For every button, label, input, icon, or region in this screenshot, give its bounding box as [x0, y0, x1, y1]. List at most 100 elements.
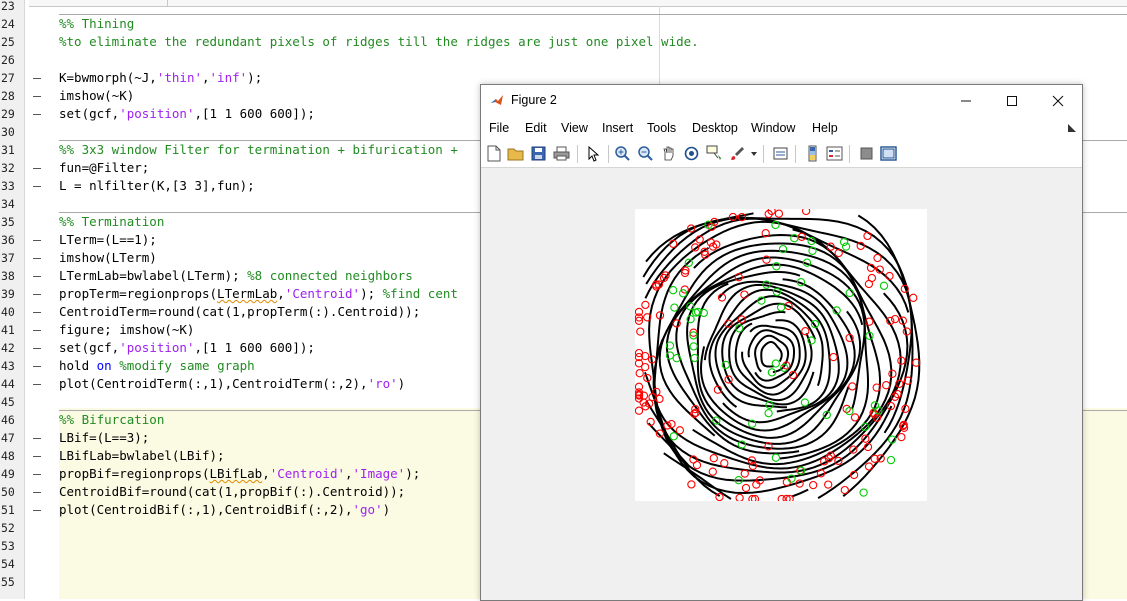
breakpoint-dash[interactable]	[33, 312, 41, 313]
code-line[interactable]: propTerm=regionprops(LTermLab,'Centroid'…	[59, 285, 458, 303]
line-number: 42	[1, 341, 15, 355]
breakpoint-dash[interactable]	[33, 258, 41, 259]
line-number: 40	[1, 305, 15, 319]
code-line[interactable]: L = nlfilter(K,[3 3],fun);	[59, 177, 255, 195]
code-token: imshow(LTerm)	[59, 250, 157, 265]
close-icon	[1052, 95, 1064, 106]
code-token: CentroidTerm=round(cat(1,propTerm(:).Cen…	[59, 304, 421, 319]
line-number: 38	[1, 269, 15, 283]
code-line[interactable]: LTerm=(L==1);	[59, 231, 157, 249]
code-line[interactable]: LBif=(L==3);	[59, 429, 149, 447]
code-token: figure; imshow(~K)	[59, 322, 195, 337]
menu-edit[interactable]: Edit	[525, 121, 547, 135]
zoom-out-icon[interactable]	[637, 145, 654, 162]
menu-tools[interactable]: Tools	[647, 121, 676, 135]
minimize-button[interactable]	[943, 85, 989, 116]
line-number: 28	[1, 89, 15, 103]
breakpoint-dash[interactable]	[33, 510, 41, 511]
brush-dropdown-icon[interactable]	[751, 152, 757, 156]
breakpoint-dash[interactable]	[33, 330, 41, 331]
code-line[interactable]: figure; imshow(~K)	[59, 321, 194, 339]
code-line[interactable]: CentroidBif=round(cat(1,propBif(:).Centr…	[59, 483, 405, 501]
breakpoint-dash[interactable]	[33, 240, 41, 241]
rotate-3d-icon[interactable]	[683, 145, 700, 162]
code-token: L = nlfilter(K,[3 3],fun);	[59, 178, 255, 193]
pan-icon[interactable]	[660, 145, 677, 162]
breakpoint-dash[interactable]	[33, 384, 41, 385]
breakpoint-dash[interactable]	[33, 168, 41, 169]
breakpoint-dash[interactable]	[33, 474, 41, 475]
link-plot-icon[interactable]	[772, 145, 789, 162]
code-line[interactable]: hold on %modify same graph	[59, 357, 255, 375]
code-line[interactable]: %% Thining	[59, 15, 134, 33]
code-token: %% Bifurcation	[59, 412, 165, 427]
menu-desktop[interactable]: Desktop	[692, 121, 738, 135]
code-line[interactable]: %% Termination	[59, 213, 164, 231]
line-number: 33	[1, 179, 15, 193]
code-line[interactable]: fun=@Filter;	[59, 159, 149, 177]
brush-icon[interactable]	[729, 145, 746, 162]
new-figure-icon[interactable]	[485, 145, 502, 162]
dock-arrow-icon[interactable]	[1068, 124, 1076, 132]
pointer-icon[interactable]	[585, 145, 602, 162]
code-line[interactable]: LBifLab=bwlabel(LBif);	[59, 447, 225, 465]
breakpoint-dash[interactable]	[33, 456, 41, 457]
code-line[interactable]: set(gcf,'position',[1 1 600 600]);	[59, 105, 315, 123]
code-line[interactable]: set(gcf,'position',[1 1 600 600]);	[59, 339, 315, 357]
figure-canvas[interactable]	[481, 168, 1082, 600]
code-line[interactable]: %% 3x3 window Filter for termination + b…	[59, 141, 458, 159]
breakpoint-dash[interactable]	[33, 294, 41, 295]
figure-titlebar[interactable]: Figure 2	[481, 85, 1082, 116]
menu-view[interactable]: View	[561, 121, 588, 135]
line-number: 37	[1, 251, 15, 265]
maximize-button[interactable]	[989, 85, 1035, 116]
code-token: on	[96, 358, 112, 373]
code-line[interactable]: LTermLab=bwlabel(LTerm); %8 connected ne…	[59, 267, 413, 285]
breakpoint-dash[interactable]	[33, 186, 41, 187]
breakpoint-dash[interactable]	[33, 96, 41, 97]
breakpoint-dash[interactable]	[33, 438, 41, 439]
code-token: );	[247, 70, 263, 85]
code-token: ,	[277, 286, 285, 301]
code-line[interactable]: imshow(~K)	[59, 87, 134, 105]
code-token: 'Centroid'	[284, 286, 361, 301]
colorbar-icon[interactable]	[804, 145, 821, 162]
data-cursor-icon[interactable]	[706, 145, 723, 162]
code-line[interactable]: plot(CentroidTerm(:,1),CentroidTerm(:,2)…	[59, 375, 405, 393]
code-line[interactable]: K=bwmorph(~J,'thin','inf');	[59, 69, 262, 87]
save-icon[interactable]	[530, 145, 547, 162]
code-token: LBif=(L==3);	[59, 430, 150, 445]
code-line[interactable]: propBif=regionprops(LBifLab,'Centroid','…	[59, 465, 420, 483]
code-line[interactable]: plot(CentroidBif(:,1),CentroidBif(:,2),'…	[59, 501, 390, 519]
breakpoint-dash[interactable]	[33, 78, 41, 79]
breakpoint-dash[interactable]	[33, 492, 41, 493]
code-line[interactable]: %% Bifurcation	[59, 411, 164, 429]
line-number: 46	[1, 413, 15, 427]
show-plot-tools-icon[interactable]	[880, 145, 897, 162]
hide-plot-tools-icon[interactable]	[858, 145, 875, 162]
zoom-in-icon[interactable]	[614, 145, 631, 162]
code-token: 'Centroid'	[269, 466, 345, 481]
open-file-icon[interactable]	[507, 145, 524, 162]
print-icon[interactable]	[553, 145, 570, 162]
breakpoint-dash[interactable]	[33, 348, 41, 349]
menu-window[interactable]: Window	[751, 121, 795, 135]
code-line[interactable]: imshow(LTerm)	[59, 249, 157, 267]
close-button[interactable]	[1035, 85, 1081, 116]
code-token: 'position'	[119, 106, 195, 121]
fingerprint-plot[interactable]	[635, 209, 927, 501]
figure-window[interactable]: Figure 2 File Edit View Insert Tools Des…	[480, 84, 1083, 601]
code-line[interactable]: %to eliminate the redundant pixels of ri…	[59, 33, 699, 51]
breakpoint-dash[interactable]	[33, 276, 41, 277]
section-divider	[59, 14, 1127, 15]
legend-icon[interactable]	[826, 145, 843, 162]
code-token: set(gcf,	[59, 106, 120, 121]
code-token: K=bwmorph(~J,	[59, 70, 157, 85]
minimize-icon	[961, 100, 971, 101]
code-line[interactable]: CentroidTerm=round(cat(1,propTerm(:).Cen…	[59, 303, 420, 321]
menu-help[interactable]: Help	[812, 121, 838, 135]
breakpoint-dash[interactable]	[33, 114, 41, 115]
breakpoint-dash[interactable]	[33, 366, 41, 367]
menu-file[interactable]: File	[489, 121, 509, 135]
menu-insert[interactable]: Insert	[602, 121, 633, 135]
